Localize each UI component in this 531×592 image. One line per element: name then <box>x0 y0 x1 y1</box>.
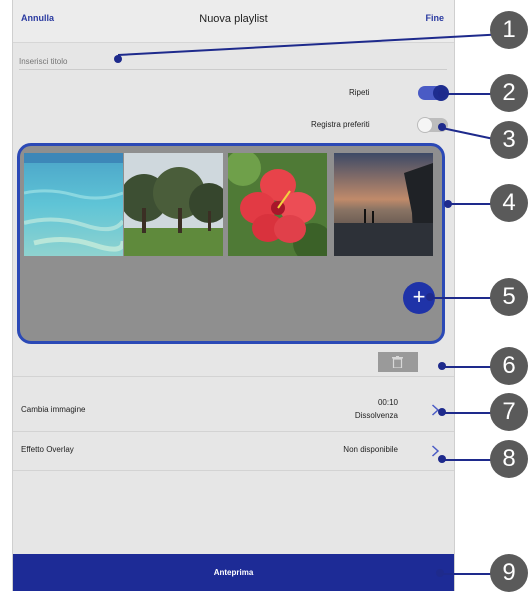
done-button[interactable]: Fine <box>425 13 444 23</box>
flower-image <box>228 153 327 256</box>
toggle-knob <box>417 117 433 133</box>
sunset-image <box>334 153 433 256</box>
thumbnail-sea[interactable] <box>24 153 123 256</box>
change-image-label: Cambia immagine <box>21 405 86 414</box>
callout-8: 8 <box>490 440 528 478</box>
overlay-effect-value: Non disponibile <box>343 445 398 454</box>
callout-3: 3 <box>490 121 528 159</box>
overlay-effect-row[interactable]: Effetto Overlay Non disponibile <box>13 432 454 470</box>
callout-4: 4 <box>490 184 528 222</box>
callout-dot-4 <box>444 200 452 208</box>
app-screen: Annulla Nuova playlist Fine Ripeti Regis… <box>12 0 455 591</box>
change-image-row[interactable]: Cambia immagine 00:10 Dissolvenza <box>13 390 454 430</box>
trash-icon <box>392 356 403 368</box>
park-image <box>124 153 223 256</box>
images-panel: + <box>17 143 445 344</box>
plus-icon: + <box>412 284 426 309</box>
callout-dot-8 <box>438 455 446 463</box>
change-image-time: 00:10 <box>377 398 398 407</box>
repeat-label: Ripeti <box>349 88 370 97</box>
callout-9: 9 <box>490 554 528 592</box>
callout-dot-2 <box>438 90 446 98</box>
delete-button[interactable] <box>378 352 418 372</box>
top-bar: Annulla Nuova playlist Fine <box>13 0 454 43</box>
title-underline <box>19 69 447 70</box>
callout-dot-6 <box>438 362 446 370</box>
page-title: Nuova playlist <box>199 13 268 25</box>
callout-5: 5 <box>490 278 528 316</box>
thumbnail-sunset[interactable] <box>334 153 433 256</box>
divider <box>13 470 454 471</box>
callout-2: 2 <box>490 74 528 112</box>
preview-button[interactable]: Anteprima <box>13 554 454 591</box>
callout-dot-3 <box>438 123 446 131</box>
title-input[interactable] <box>19 54 439 68</box>
thumbnail-park[interactable] <box>124 153 223 256</box>
callout-dot-9 <box>436 569 444 577</box>
callout-7: 7 <box>490 393 528 431</box>
callout-1: 1 <box>490 11 528 49</box>
callout-dot-5 <box>426 293 434 301</box>
callout-dot-1 <box>114 55 122 63</box>
favorites-label: Registra preferiti <box>311 120 370 129</box>
divider <box>13 376 454 377</box>
sea-image <box>24 153 123 256</box>
callout-6: 6 <box>490 347 528 385</box>
callout-dot-7 <box>438 408 446 416</box>
change-image-effect: Dissolvenza <box>354 411 398 420</box>
thumbnail-flower[interactable] <box>228 153 327 256</box>
overlay-effect-label: Effetto Overlay <box>21 445 74 454</box>
